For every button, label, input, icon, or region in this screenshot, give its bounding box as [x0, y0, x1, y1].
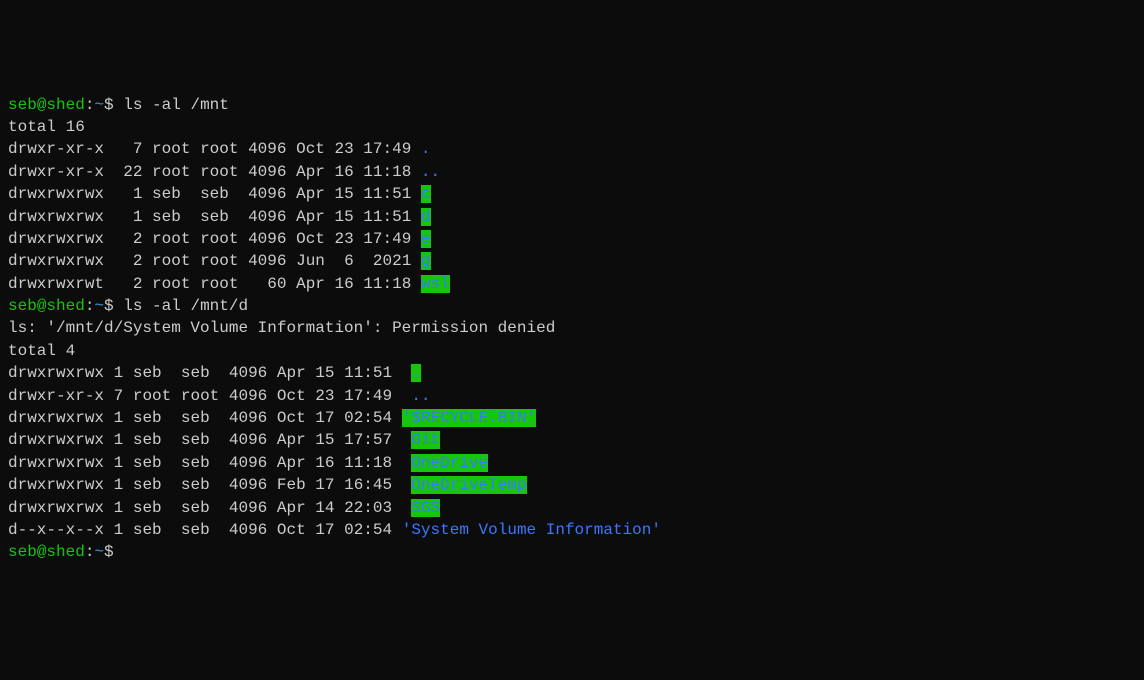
- ls-row: drwxrwxrwx 1 seb seb 4096 Oct 17 02:54 '…: [8, 409, 536, 427]
- dir-name: e: [421, 230, 431, 248]
- ls-row: drwxrwxrwx 1 seb seb 4096 Apr 15 17:57 G…: [8, 431, 440, 449]
- prompt-host: shed: [46, 297, 84, 315]
- command-1: ls -al /mnt: [123, 96, 229, 114]
- dir-name: SGS: [411, 499, 440, 517]
- dir-name: '$RECYCLE.BIN': [402, 409, 536, 427]
- dir-name: OneDriveTemp: [411, 476, 526, 494]
- prompt-user: seb: [8, 297, 37, 315]
- prompt-sep: :: [85, 96, 95, 114]
- ls-row: drwxrwxrwx 2 root root 4096 Jun 6 2021 g: [8, 252, 431, 270]
- dir-name: .: [421, 140, 431, 158]
- prompt-path: ~: [94, 543, 104, 561]
- ls-row: drwxrwxrwx 1 seb seb 4096 Apr 15 11:51 d: [8, 208, 431, 226]
- dir-name: ..: [411, 387, 430, 405]
- ls-row: drwxrwxrwx 1 seb seb 4096 Apr 15 11:51 c: [8, 185, 431, 203]
- ls-row: drwxr-xr-x 7 root root 4096 Oct 23 17:49…: [8, 387, 431, 405]
- ls-row: drwxrwxrwx 1 seb seb 4096 Apr 14 22:03 S…: [8, 499, 440, 517]
- prompt-dollar: $: [104, 297, 123, 315]
- error-line: ls: '/mnt/d/System Volume Information': …: [8, 319, 555, 337]
- dir-name: ..: [421, 163, 440, 181]
- ls-row: drwxrwxrwx 2 root root 4096 Oct 23 17:49…: [8, 230, 431, 248]
- ls-row: drwxr-xr-x 7 root root 4096 Oct 23 17:49…: [8, 140, 431, 158]
- ls-row: drwxrwxrwx 1 seb seb 4096 Apr 16 11:18 O…: [8, 454, 488, 472]
- prompt-user: seb: [8, 96, 37, 114]
- total-line: total 4: [8, 342, 75, 360]
- dir-name: wsl: [421, 275, 450, 293]
- dir-name: d: [421, 208, 431, 226]
- prompt-user: seb: [8, 543, 37, 561]
- command-2: ls -al /mnt/d: [123, 297, 248, 315]
- prompt-dollar: $: [104, 543, 123, 561]
- ls-row: drwxrwxrwx 1 seb seb 4096 Feb 17 16:45 O…: [8, 476, 527, 494]
- prompt-sep: :: [85, 297, 95, 315]
- prompt-at: @: [37, 96, 47, 114]
- prompt-path: ~: [94, 96, 104, 114]
- prompt-host: shed: [46, 96, 84, 114]
- prompt-at: @: [37, 543, 47, 561]
- dir-name: Git: [411, 431, 440, 449]
- total-line: total 16: [8, 118, 85, 136]
- prompt-at: @: [37, 297, 47, 315]
- dir-name: g: [421, 252, 431, 270]
- prompt-path: ~: [94, 297, 104, 315]
- ls-row: drwxr-xr-x 22 root root 4096 Apr 16 11:1…: [8, 163, 440, 181]
- prompt-host: shed: [46, 543, 84, 561]
- dir-name: c: [421, 185, 431, 203]
- prompt-sep: :: [85, 543, 95, 561]
- ls-row: drwxrwxrwx 1 seb seb 4096 Apr 15 11:51 .: [8, 364, 421, 382]
- ls-row: drwxrwxrwt 2 root root 60 Apr 16 11:18 w…: [8, 275, 450, 293]
- dir-name: .: [411, 364, 421, 382]
- prompt-dollar: $: [104, 96, 123, 114]
- dir-name: OneDrive: [411, 454, 488, 472]
- terminal-output[interactable]: seb@shed:~$ ls -al /mnt total 16 drwxr-x…: [8, 94, 1136, 564]
